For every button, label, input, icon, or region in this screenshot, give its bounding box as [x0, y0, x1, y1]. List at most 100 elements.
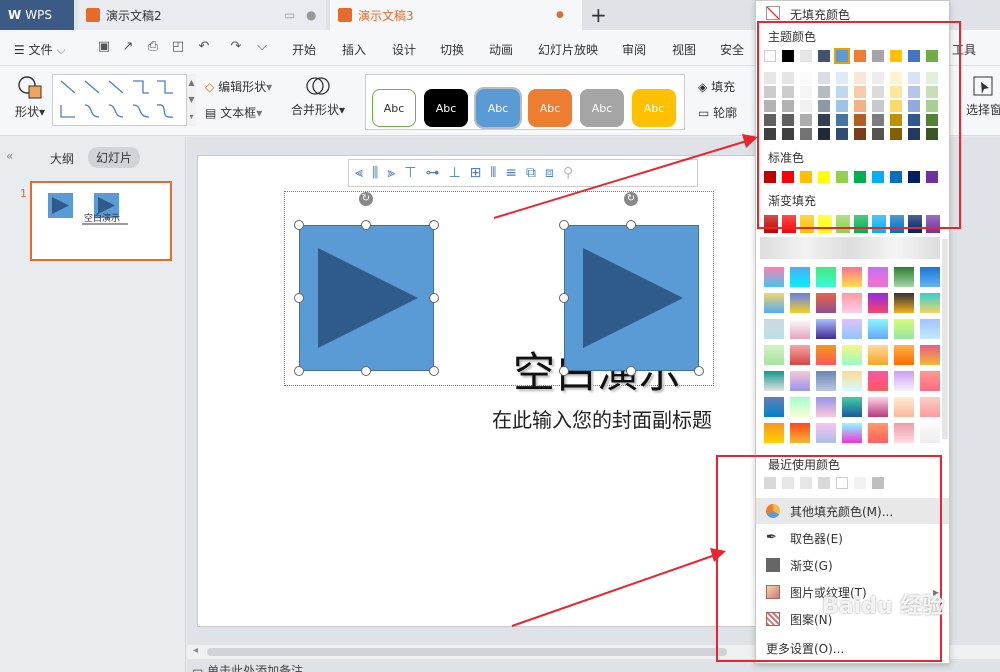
gradient-preset-swatch[interactable]	[868, 293, 888, 313]
gradient-preset-swatch[interactable]	[816, 267, 836, 287]
gradient-preset-swatch[interactable]	[868, 423, 888, 443]
align-center-icon[interactable]: ⫼	[372, 165, 378, 181]
fill-label: 填充	[711, 80, 736, 94]
gradient-preset-swatch[interactable]	[868, 345, 888, 365]
gradient-preset-swatch[interactable]	[894, 267, 914, 287]
resize-handle[interactable]	[294, 220, 304, 230]
resize-handle[interactable]	[429, 293, 439, 303]
menu-transition[interactable]: 切换	[440, 41, 464, 58]
resize-handle[interactable]	[361, 366, 371, 376]
gradient-preset-swatch[interactable]	[842, 345, 862, 365]
gradient-preset-swatch[interactable]	[920, 397, 940, 417]
menu-security[interactable]: 安全	[720, 41, 744, 58]
play-shape-left[interactable]	[299, 225, 434, 371]
gradient-preset-swatch[interactable]	[894, 345, 914, 365]
notes-area[interactable]: ▭ 单击此处添加备注	[192, 662, 303, 672]
align-top-icon[interactable]: ⊤	[404, 165, 416, 181]
menu-animation[interactable]: 动画	[489, 41, 513, 58]
style-black[interactable]: Abc	[424, 89, 468, 127]
menu-insert[interactable]: 插入	[342, 41, 366, 58]
gradient-preset-swatch[interactable]	[894, 371, 914, 391]
select-pane-icon	[973, 76, 993, 96]
style-white[interactable]: Abc	[372, 89, 416, 127]
quick-access-dropdown-icon[interactable]: ⌵	[254, 40, 270, 54]
align-left-icon[interactable]: ⫷	[355, 165, 363, 181]
gradient-preset-swatch[interactable]	[894, 319, 914, 339]
print-icon[interactable]: ⎙	[145, 40, 161, 54]
new-tab-button[interactable]: +	[590, 0, 614, 30]
presentation-icon	[338, 8, 352, 22]
merge-shape-button[interactable]: 合并形状▾	[290, 74, 346, 130]
gradient-preset-swatch[interactable]	[894, 293, 914, 313]
gradient-preset-swatch[interactable]	[920, 319, 940, 339]
gradient-preset-swatch[interactable]	[790, 345, 810, 365]
gradient-preset-swatch[interactable]	[842, 293, 862, 313]
align-right-icon[interactable]: ⫸	[387, 165, 395, 181]
gradient-preset-swatch[interactable]	[868, 267, 888, 287]
resize-handle[interactable]	[361, 220, 371, 230]
gradient-preset-swatch[interactable]	[868, 319, 888, 339]
gradient-preset-swatch[interactable]	[816, 345, 836, 365]
align-bottom-icon[interactable]: ⊥	[448, 165, 460, 181]
menu-review[interactable]: 审阅	[622, 41, 646, 58]
resize-handle[interactable]	[294, 293, 304, 303]
export-icon[interactable]: ↗	[120, 40, 136, 54]
gradient-preset-swatch[interactable]	[920, 345, 940, 365]
gradient-preset-swatch[interactable]	[868, 397, 888, 417]
gradient-preset-swatch[interactable]	[790, 319, 810, 339]
gradient-preset-swatch[interactable]	[894, 423, 914, 443]
gradient-preset-swatch[interactable]	[790, 423, 810, 443]
gradient-preset-swatch[interactable]	[816, 319, 836, 339]
gradient-preset-swatch[interactable]	[842, 423, 862, 443]
gradient-preset-swatch[interactable]	[920, 293, 940, 313]
gradient-preset-swatch[interactable]	[790, 397, 810, 417]
tab-document-2[interactable]: 演示文稿2 ▭ ●	[78, 0, 326, 30]
gradient-preset-swatch[interactable]	[842, 397, 862, 417]
menu-slideshow[interactable]: 幻灯片放映	[538, 41, 598, 58]
file-menu[interactable]: ☰ 文件 ⌵	[14, 41, 66, 58]
gradient-preset-swatch[interactable]	[842, 267, 862, 287]
gradient-preset-swatch[interactable]	[816, 293, 836, 313]
align-middle-icon[interactable]: ⊶	[425, 165, 439, 181]
resize-handle[interactable]	[294, 366, 304, 376]
gradient-preset-swatch[interactable]	[816, 423, 836, 443]
select-pane-button[interactable]: 选择窗	[966, 74, 1000, 130]
tab-document-3[interactable]: 演示文稿3 ●	[330, 0, 582, 30]
gradient-preset-swatch[interactable]	[920, 423, 940, 443]
gradient-preset-swatch[interactable]	[894, 397, 914, 417]
textbox-label: 文本框	[220, 106, 257, 120]
gradient-preset-swatch[interactable]	[816, 397, 836, 417]
textbox-button[interactable]: ▤ 文本框▾	[205, 104, 262, 121]
menu-home[interactable]: 开始	[292, 41, 316, 58]
gradient-preset-swatch[interactable]	[920, 267, 940, 287]
gradient-scrollbar[interactable]	[942, 239, 948, 439]
scroll-left-icon[interactable]: ◂	[193, 645, 198, 656]
gradient-preset-swatch[interactable]	[868, 371, 888, 391]
gradient-preset-swatch[interactable]	[920, 371, 940, 391]
tab-slides[interactable]: 幻灯片	[88, 147, 141, 168]
gradient-preset-swatch[interactable]	[790, 293, 810, 313]
gradient-preset-swatch[interactable]	[842, 319, 862, 339]
edit-shape-button[interactable]: ◇ 编辑形状▾	[205, 78, 272, 95]
fill-button[interactable]: ◈ 填充	[698, 78, 735, 95]
redo-icon[interactable]: ↷	[228, 40, 244, 54]
shape-gallery[interactable]	[52, 74, 196, 126]
save-icon[interactable]: ▣	[96, 40, 112, 54]
collapse-pane-icon[interactable]: «	[6, 149, 13, 163]
tab-outline[interactable]: 大纲	[50, 150, 74, 167]
gradient-preset-swatch[interactable]	[842, 371, 862, 391]
resize-handle[interactable]	[429, 366, 439, 376]
wps-home-tab[interactable]: W WPS	[0, 0, 74, 30]
gradient-preset-swatch[interactable]	[790, 371, 810, 391]
menu-design[interactable]: 设计	[392, 41, 416, 58]
rotate-handle-left-icon[interactable]: ↻	[359, 192, 373, 206]
gradient-preset-swatch[interactable]	[816, 371, 836, 391]
shape-button[interactable]: 形状▾	[10, 74, 50, 130]
slide-thumbnail-1[interactable]: 空白演示	[30, 181, 172, 261]
print-preview-icon[interactable]: ◰	[170, 40, 186, 54]
menu-view[interactable]: 视图	[672, 41, 696, 58]
undo-icon[interactable]: ↶	[196, 40, 212, 54]
gradient-preset-swatch[interactable]	[790, 267, 810, 287]
gallery-scroll[interactable]: ▲ ▼ ▾	[186, 74, 196, 126]
resize-handle[interactable]	[429, 220, 439, 230]
